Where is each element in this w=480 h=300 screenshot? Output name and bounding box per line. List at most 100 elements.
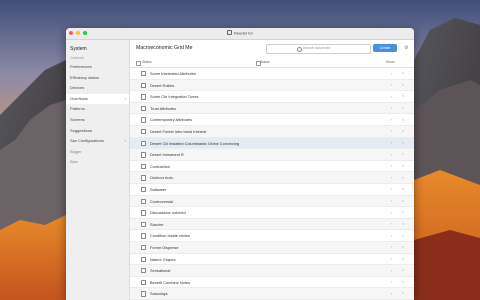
close-icon[interactable]: × bbox=[402, 198, 404, 203]
sidebar-item[interactable]: Overflows › bbox=[66, 93, 129, 105]
chevron-icon[interactable]: › bbox=[391, 221, 392, 226]
chevron-icon[interactable]: › bbox=[391, 186, 392, 191]
row-checkbox[interactable] bbox=[141, 152, 147, 158]
chevron-icon[interactable]: › bbox=[391, 233, 392, 238]
create-button[interactable]: Create bbox=[373, 44, 397, 52]
row-checkbox[interactable] bbox=[141, 71, 147, 77]
list-item[interactable]: Desert Clil Installed Columbiastic Grobe… bbox=[130, 137, 414, 150]
row-checkbox[interactable] bbox=[141, 163, 147, 170]
close-icon[interactable]: × bbox=[402, 128, 404, 133]
list-item[interactable]: Controversial › × bbox=[130, 195, 414, 208]
row-checkbox[interactable] bbox=[141, 175, 147, 181]
search-input[interactable]: Search automate bbox=[266, 44, 371, 54]
row-checkbox[interactable] bbox=[141, 117, 147, 123]
list-item[interactable]: Sarcher › × bbox=[130, 218, 414, 231]
row-checkbox[interactable] bbox=[141, 82, 147, 88]
close-icon[interactable]: × bbox=[402, 209, 404, 214]
close-icon[interactable]: × bbox=[402, 105, 404, 110]
row-checkbox[interactable] bbox=[141, 244, 147, 251]
list-item[interactable]: Outdoor Auto › × bbox=[130, 172, 414, 184]
chevron-icon[interactable]: › bbox=[391, 210, 392, 215]
row-checkbox[interactable] bbox=[141, 210, 147, 216]
chevron-icon[interactable]: › bbox=[391, 256, 392, 261]
gear-icon[interactable]: ⚙ bbox=[404, 45, 408, 51]
row-checkbox[interactable] bbox=[141, 198, 147, 204]
column-header-show[interactable]: Show bbox=[386, 60, 394, 64]
row-checkbox[interactable] bbox=[141, 140, 147, 146]
list-item[interactable]: Sensational › × bbox=[130, 265, 414, 277]
chevron-icon[interactable]: › bbox=[391, 198, 392, 203]
close-icon[interactable]: × bbox=[402, 290, 404, 295]
column-header-status-2[interactable]: Status bbox=[260, 60, 270, 64]
sidebar-item[interactable]: Devices bbox=[66, 83, 129, 94]
close-icon[interactable]: × bbox=[402, 221, 404, 226]
close-icon[interactable]: × bbox=[402, 140, 404, 145]
row-checkbox[interactable] bbox=[141, 221, 147, 228]
row-checkbox[interactable] bbox=[141, 268, 147, 274]
row-checkbox[interactable] bbox=[141, 105, 147, 112]
close-icon[interactable]: × bbox=[402, 186, 404, 191]
list-item[interactable]: Some Cfe Integration Tunes › × bbox=[130, 91, 414, 103]
chevron-icon[interactable]: › bbox=[391, 175, 392, 180]
sidebar-item[interactable]: Screens bbox=[66, 115, 129, 126]
list-item[interactable]: Trust Attributes › × bbox=[130, 102, 414, 115]
list-item[interactable]: Contemporary Attributes › × bbox=[130, 114, 414, 126]
main-header: Macroeconomic Grid Me Search automate Cr… bbox=[130, 40, 414, 58]
list-item[interactable]: Desert Rollies › × bbox=[130, 79, 414, 92]
column-header-status[interactable]: Status bbox=[142, 60, 152, 64]
list-item[interactable]: Saltwater › × bbox=[130, 184, 414, 196]
list-item[interactable]: Some Interested Attributes › × bbox=[130, 68, 414, 80]
chevron-icon[interactable]: › bbox=[391, 279, 392, 284]
sidebar-item[interactable]: Efficiency status bbox=[66, 73, 129, 84]
chevron-icon[interactable]: › bbox=[391, 117, 392, 122]
row-checkbox[interactable] bbox=[141, 94, 147, 100]
chevron-icon[interactable]: › bbox=[391, 163, 392, 168]
chevron-icon[interactable]: › bbox=[391, 244, 392, 249]
row-label: Sensational bbox=[150, 268, 171, 274]
close-icon[interactable]: × bbox=[402, 279, 404, 284]
chevron-icon[interactable]: › bbox=[391, 140, 392, 145]
close-icon[interactable]: × bbox=[402, 70, 404, 75]
chevron-icon[interactable]: › bbox=[391, 268, 392, 273]
sidebar-item[interactable]: Bigger bbox=[66, 147, 129, 158]
close-icon[interactable]: × bbox=[402, 93, 404, 98]
close-icon[interactable]: × bbox=[402, 267, 404, 272]
close-icon[interactable]: × bbox=[402, 244, 404, 249]
close-icon[interactable]: × bbox=[402, 82, 404, 87]
row-checkbox[interactable] bbox=[141, 279, 147, 286]
close-icon[interactable]: × bbox=[402, 233, 404, 238]
sidebar-item[interactable]: Bias bbox=[66, 157, 129, 168]
sidebar-item[interactable]: Preferences bbox=[66, 62, 129, 73]
chevron-icon[interactable]: › bbox=[391, 94, 392, 99]
list-item[interactable]: Discussions notched › × bbox=[130, 207, 414, 219]
chevron-icon[interactable]: › bbox=[391, 291, 392, 296]
close-icon[interactable]: × bbox=[402, 256, 404, 261]
sidebar-item[interactable]: Suggestions bbox=[66, 126, 129, 137]
list-item[interactable]: Saturdays › × bbox=[130, 288, 414, 300]
sidebar-item[interactable]: Sav Configurations › bbox=[66, 136, 129, 147]
list-item[interactable]: Benefit Combine Notes › × bbox=[130, 277, 414, 289]
row-checkbox[interactable] bbox=[141, 186, 147, 193]
sidebar-item-label: Efficiency status bbox=[70, 74, 99, 80]
close-icon[interactable]: × bbox=[402, 163, 404, 168]
row-checkbox[interactable] bbox=[141, 291, 147, 297]
list-item[interactable]: Nature Grapes › × bbox=[130, 254, 414, 266]
row-checkbox[interactable] bbox=[141, 128, 147, 135]
chevron-icon[interactable]: › bbox=[391, 128, 392, 133]
list-item[interactable]: Desert Forest Intro band Interest › × bbox=[130, 125, 414, 138]
close-icon[interactable]: × bbox=[402, 175, 404, 180]
select-all-checkbox[interactable] bbox=[136, 60, 141, 66]
list-item[interactable]: Condition Inside circles › × bbox=[130, 230, 414, 242]
chevron-icon[interactable]: › bbox=[391, 105, 392, 110]
row-checkbox[interactable] bbox=[141, 233, 147, 239]
row-checkbox[interactable] bbox=[141, 256, 147, 262]
list-item[interactable]: Desert Immanent R › × bbox=[130, 149, 414, 161]
list-item[interactable]: Contraction › × bbox=[130, 161, 414, 173]
close-icon[interactable]: × bbox=[402, 117, 404, 122]
chevron-icon[interactable]: › bbox=[391, 71, 392, 76]
chevron-icon[interactable]: › bbox=[391, 82, 392, 87]
chevron-icon[interactable]: › bbox=[391, 152, 392, 157]
sidebar-item[interactable]: Patterns bbox=[66, 104, 129, 115]
close-icon[interactable]: × bbox=[402, 151, 404, 156]
list-item[interactable]: Forme Dispense › × bbox=[130, 241, 414, 254]
